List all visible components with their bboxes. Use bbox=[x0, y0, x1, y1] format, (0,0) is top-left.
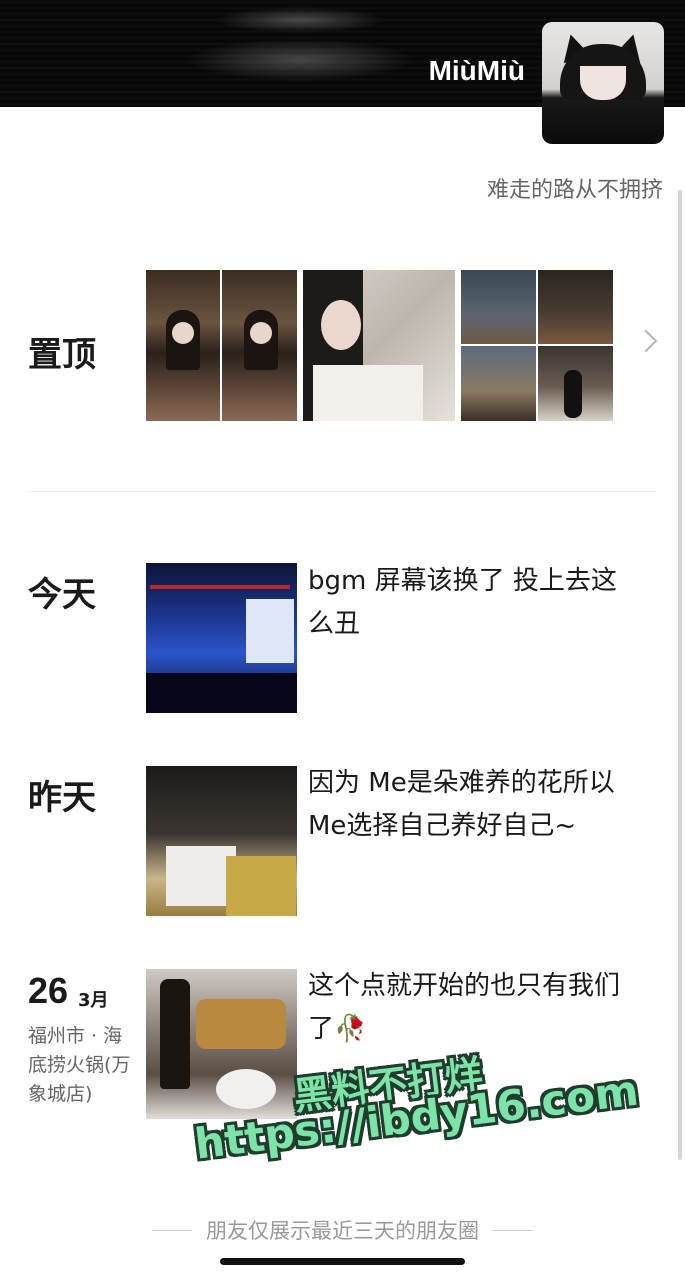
avatar[interactable] bbox=[542, 22, 664, 144]
photo-stage-rail bbox=[150, 585, 290, 589]
photo-screen bbox=[246, 599, 294, 663]
photo-face bbox=[250, 322, 272, 344]
post-date-month: 3月 bbox=[78, 990, 109, 1011]
post-location[interactable]: 福州市 · 海底捞火锅(万象城店) bbox=[28, 1022, 138, 1109]
photo-face bbox=[172, 322, 194, 344]
post-photo[interactable] bbox=[146, 766, 297, 916]
footer-line-left bbox=[152, 1229, 192, 1231]
post-text[interactable]: 因为 Me是朵难养的花所以 Me选择自己养好自己~ bbox=[308, 762, 638, 848]
pinned-label: 置顶 bbox=[28, 335, 96, 375]
pinned-photo-1[interactable] bbox=[146, 270, 220, 421]
post-photo[interactable] bbox=[146, 563, 297, 713]
post-photo[interactable] bbox=[146, 969, 297, 1119]
footer-text: 朋友仅展示最近三天的朋友圈 bbox=[206, 1219, 479, 1243]
footer: 朋友仅展示最近三天的朋友圈 bbox=[0, 1215, 685, 1245]
pinned-photo-2[interactable] bbox=[222, 270, 297, 421]
photo-hotpot bbox=[196, 999, 286, 1049]
post-date-day: 26 bbox=[28, 970, 69, 1011]
photo-top bbox=[313, 365, 423, 421]
profile-nickname: MiùMiù bbox=[428, 55, 525, 86]
pinned-photo-3[interactable] bbox=[303, 270, 455, 421]
scrollbar[interactable] bbox=[678, 190, 682, 1160]
post-day-label: 今天 bbox=[28, 575, 96, 615]
photo-face bbox=[321, 300, 361, 350]
post-text[interactable]: 这个点就开始的也只有我们了🥀 bbox=[308, 965, 638, 1051]
post-text[interactable]: bgm 屏幕该换了 投上去这么丑 bbox=[308, 560, 638, 646]
section-divider bbox=[28, 491, 656, 492]
pinned-photo-7[interactable] bbox=[538, 346, 613, 421]
profile-signature: 难走的路从不拥挤 bbox=[486, 178, 663, 203]
post-day-label: 昨天 bbox=[28, 778, 96, 818]
photo-plate bbox=[216, 1069, 276, 1109]
photo-bottle bbox=[160, 979, 190, 1089]
pinned-photo-5[interactable] bbox=[538, 270, 613, 344]
pinned-photo-6[interactable] bbox=[461, 346, 536, 421]
photo-figure bbox=[564, 370, 582, 418]
footer-line-right bbox=[493, 1229, 533, 1231]
pinned-photo-4[interactable] bbox=[461, 270, 536, 344]
photo-crowd bbox=[146, 673, 297, 713]
home-indicator[interactable] bbox=[220, 1258, 465, 1265]
photo-gold-box bbox=[226, 856, 296, 916]
avatar-face bbox=[580, 66, 626, 100]
chevron-right-icon[interactable] bbox=[634, 329, 658, 353]
